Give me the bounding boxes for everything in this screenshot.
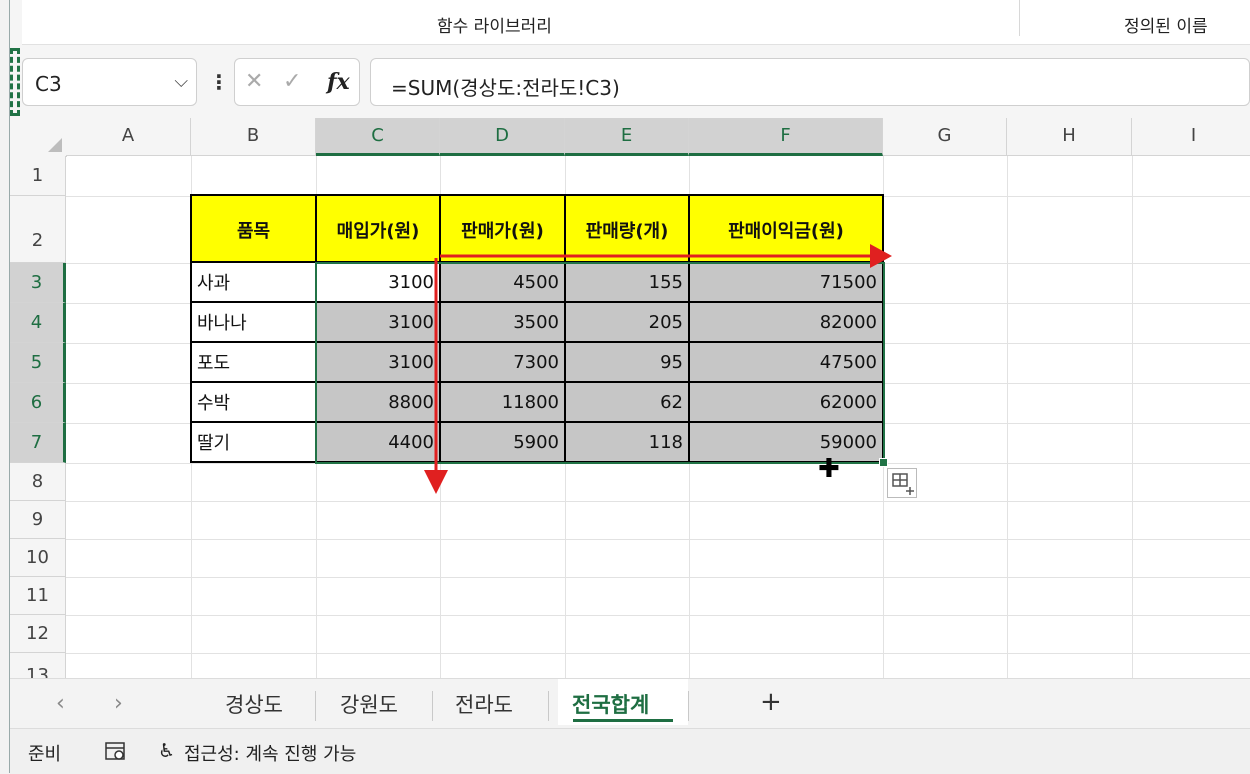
formula-text: =SUM(경상도:전라도!C3) xyxy=(391,76,620,100)
ribbon-divider xyxy=(1019,0,1020,36)
tab-divider xyxy=(315,691,316,721)
cancel-icon[interactable]: ✕ xyxy=(245,69,263,94)
ribbon: 함수 라이브러리 정의된 이름 xyxy=(22,0,1250,45)
chevron-down-icon[interactable]: ⌵ xyxy=(174,71,188,92)
more-options-icon[interactable]: ⋮ xyxy=(209,70,229,94)
quick-analysis-icon[interactable] xyxy=(887,468,917,498)
tab-divider xyxy=(548,691,549,721)
formula-buttons: ✕ ✓ fx xyxy=(234,58,360,106)
status-bar: 준비 ♿ 접근성: 계속 진행 가능 xyxy=(10,728,1250,774)
status-ready: 준비 xyxy=(28,744,62,765)
next-sheet-icon[interactable]: › xyxy=(114,691,123,716)
tab-jeolla[interactable]: 전라도 xyxy=(455,689,513,719)
arrow-right-head xyxy=(870,244,892,268)
sheet-tab-bar: ‹ › 경상도 강원도 전라도 전국합계 + xyxy=(10,678,1250,729)
prev-sheet-icon[interactable]: ‹ xyxy=(56,691,65,716)
ribbon-group-defined-names[interactable]: 정의된 이름 xyxy=(1124,12,1208,37)
tab-divider xyxy=(688,691,689,721)
quick-analysis-glyph xyxy=(892,473,914,495)
formula-input[interactable]: =SUM(경상도:전라도!C3) xyxy=(370,58,1250,106)
copy-marquee xyxy=(10,48,20,116)
tab-divider xyxy=(432,691,433,721)
accessibility-icon[interactable]: ♿ xyxy=(158,740,175,762)
add-sheet-button[interactable]: + xyxy=(760,687,782,717)
active-tab-underline xyxy=(573,719,673,722)
enter-icon[interactable]: ✓ xyxy=(283,69,301,94)
insert-function-icon[interactable]: fx xyxy=(327,69,350,95)
macro-record-icon[interactable] xyxy=(104,741,128,763)
tab-gyeongsang[interactable]: 경상도 xyxy=(225,689,283,719)
arrow-down-head xyxy=(424,470,448,494)
formula-bar: C3 ⌵ ⋮ ✕ ✓ fx =SUM(경상도:전라도!C3) xyxy=(22,58,1250,108)
ribbon-group-function-library[interactable]: 함수 라이브러리 xyxy=(437,12,552,37)
tab-gangwon[interactable]: 강원도 xyxy=(340,689,398,719)
name-box-value: C3 xyxy=(35,72,62,96)
accessibility-status[interactable]: 접근성: 계속 진행 가능 xyxy=(184,740,356,766)
annotation-arrows xyxy=(424,244,892,494)
tab-national-total[interactable]: 전국합계 xyxy=(572,689,649,719)
cross-cursor-icon: ✚ xyxy=(818,454,840,484)
worksheet-grid[interactable]: A B C D E F G H I 1 2 3 4 5 6 7 8 9 10 1… xyxy=(10,118,1250,678)
name-box[interactable]: C3 ⌵ xyxy=(22,58,197,106)
